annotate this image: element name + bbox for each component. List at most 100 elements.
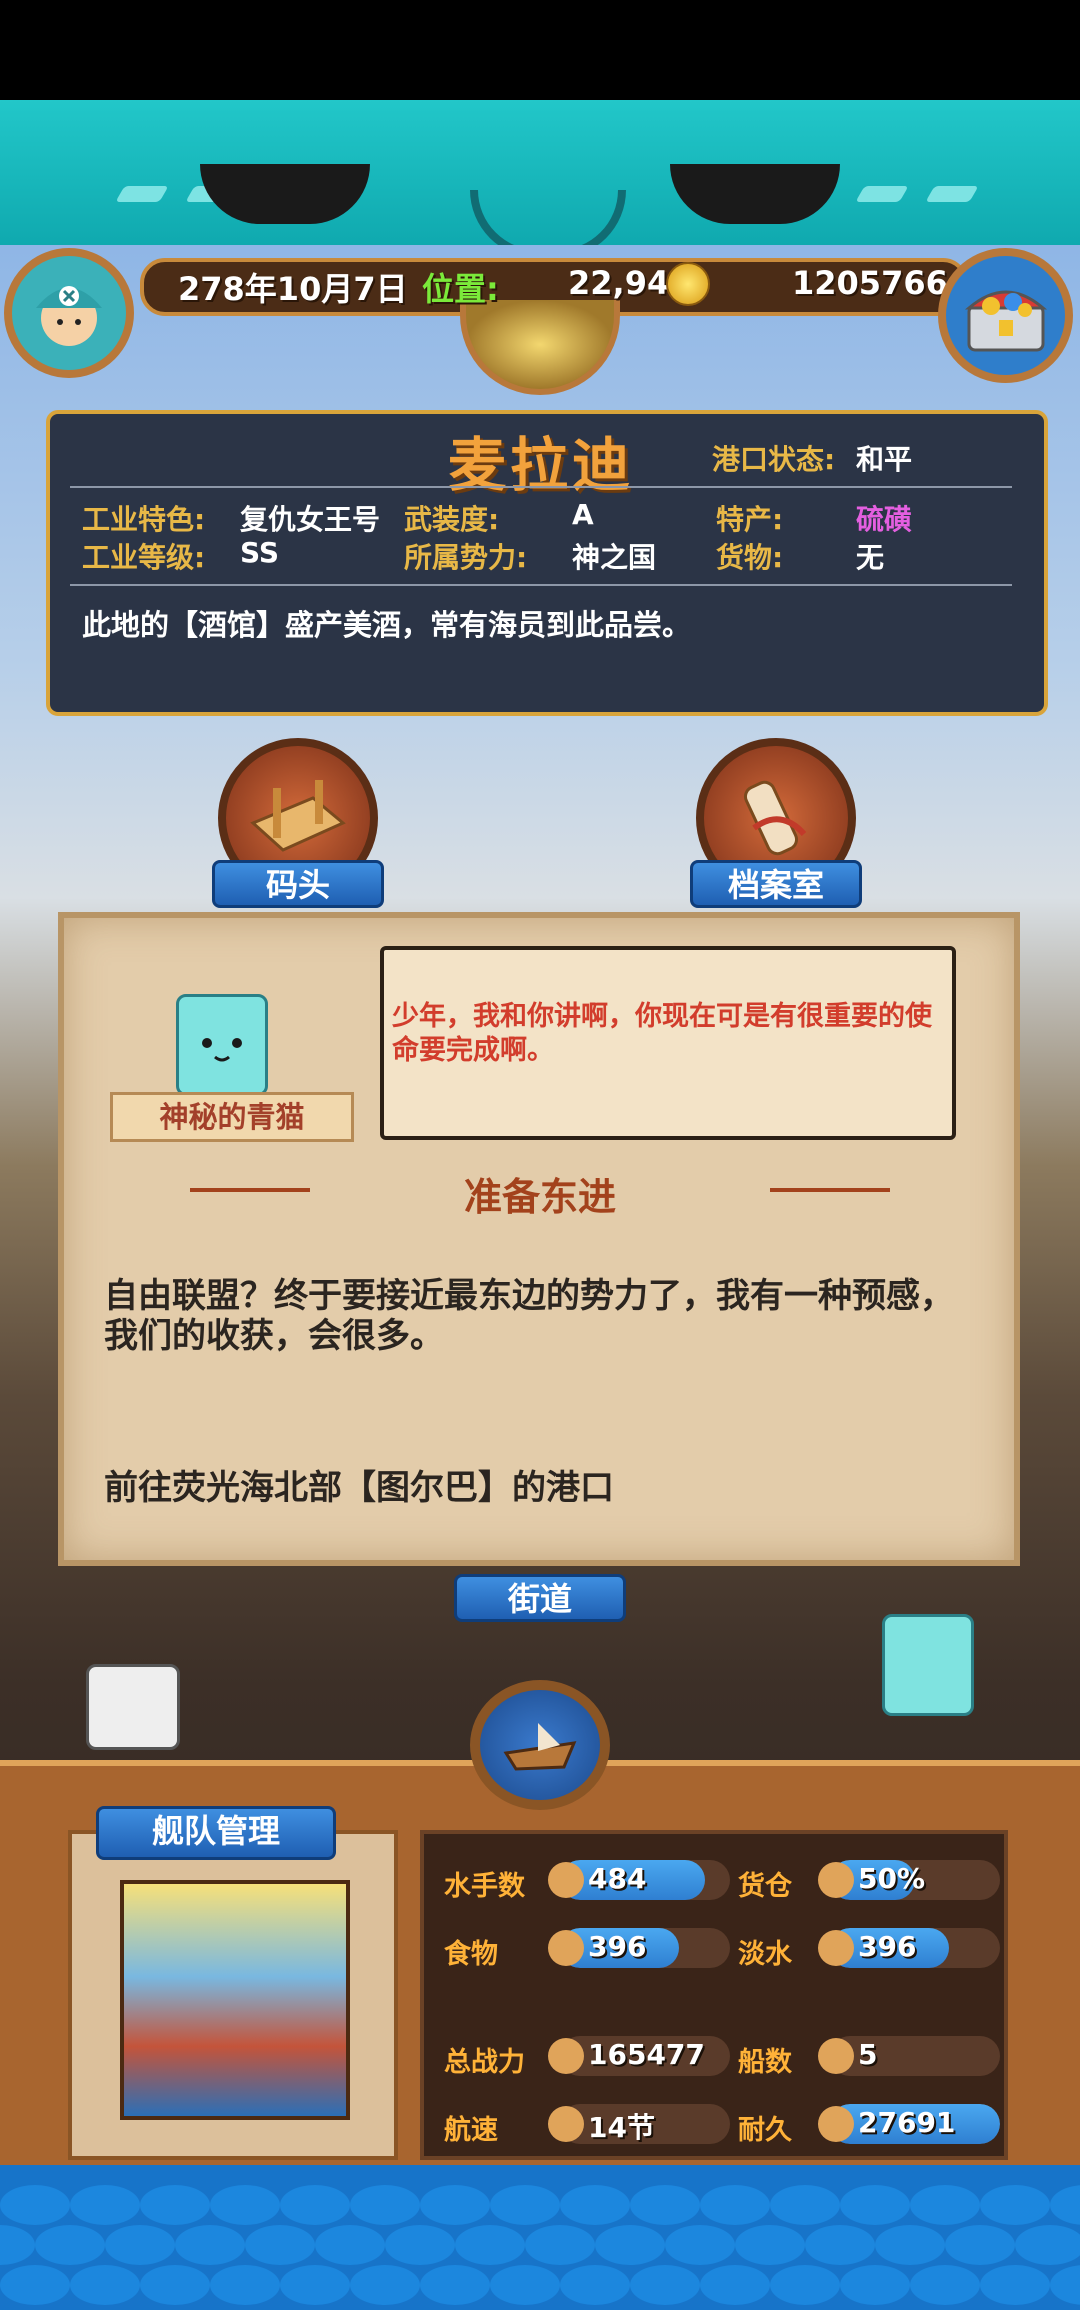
divider	[70, 486, 1012, 488]
wave-decoration	[770, 2265, 840, 2305]
ships-bar	[830, 2036, 1000, 2076]
wave-decoration	[1015, 2225, 1080, 2265]
quest-description: 自由联盟？终于要接近最东边的势力了，我有一种预感，我们的收获，会很多。	[104, 1276, 954, 1356]
wave-decoration	[735, 2225, 805, 2265]
power-icon	[548, 2038, 584, 2074]
gold-coin-icon	[666, 262, 710, 306]
power-label: 总战力	[444, 2047, 525, 2078]
sailors-label: 水手数	[444, 1871, 525, 1902]
water-icon	[818, 1930, 854, 1966]
faction-label: 所属势力:	[404, 541, 528, 574]
durability-value: 27691	[858, 2106, 956, 2139]
wave-decoration	[910, 2265, 980, 2305]
wave-decoration	[490, 2265, 560, 2305]
dock-label[interactable]: 码头	[212, 860, 384, 908]
food-value: 396	[588, 1930, 647, 1963]
wave-decoration	[35, 2225, 105, 2265]
wave-decoration	[70, 2185, 140, 2225]
specialty-value: 硫磺	[856, 503, 913, 536]
port-status-value: 和平	[856, 443, 913, 476]
treasure-chest-icon	[964, 290, 1047, 351]
sailors-value: 484	[588, 1862, 647, 1895]
wave-decoration	[0, 2185, 70, 2225]
speech-text: 少年，我和你讲啊，你现在可是有很重要的使命要完成啊。	[392, 1001, 932, 1066]
wave-decoration	[175, 2225, 245, 2265]
gold-amount: 1205766	[792, 264, 948, 302]
player-avatar[interactable]	[4, 248, 134, 378]
quest-title: 准备东进	[463, 1175, 616, 1219]
archive-label[interactable]: 档案室	[690, 860, 862, 908]
position-label: 位置:	[422, 270, 499, 308]
industry-level-label: 工业等级:	[82, 541, 206, 574]
port-name: 麦拉迪	[448, 431, 635, 499]
wave-decoration	[210, 2185, 280, 2225]
cat-header-banner	[0, 100, 1080, 258]
ships-value: 5	[858, 2038, 878, 2071]
white-cat-mascot-icon	[86, 1664, 180, 1750]
stripe-decoration	[855, 186, 909, 202]
wave-decoration	[700, 2265, 770, 2305]
ships-label: 船数	[738, 2047, 792, 2078]
goods-label: 货物:	[716, 541, 784, 574]
wave-decoration	[805, 2225, 875, 2265]
wave-decoration	[420, 2265, 490, 2305]
set-sail-button[interactable]	[470, 1680, 610, 1810]
fleet-management-title[interactable]: 舰队管理	[96, 1806, 336, 1860]
port-status-label: 港口状态:	[712, 443, 836, 476]
industry-feature-label: 工业特色:	[82, 503, 206, 536]
wave-decoration	[350, 2185, 420, 2225]
power-value: 165477	[588, 2038, 705, 2071]
wave-decoration	[630, 2185, 700, 2225]
wave-decoration	[70, 2265, 140, 2305]
divider	[70, 584, 1012, 586]
wave-decoration	[0, 2265, 70, 2305]
wave-decoration	[350, 2265, 420, 2305]
wave-decoration	[910, 2185, 980, 2225]
speed-icon	[548, 2106, 584, 2142]
wave-decoration	[280, 2265, 350, 2305]
wave-decoration	[1050, 2265, 1080, 2305]
ship-image[interactable]	[120, 1880, 350, 2120]
sailor-icon	[548, 1862, 584, 1898]
wave-decoration	[630, 2265, 700, 2305]
wave-decoration	[525, 2225, 595, 2265]
wave-decoration	[490, 2185, 560, 2225]
boat-icon	[503, 1723, 577, 1771]
wave-decoration	[315, 2225, 385, 2265]
durability-label: 耐久	[738, 2115, 792, 2146]
food-icon	[548, 1930, 584, 1966]
street-button[interactable]: 街道	[454, 1574, 626, 1622]
ship-count-icon	[818, 2038, 854, 2074]
durability-icon	[818, 2106, 854, 2142]
wave-decoration	[560, 2185, 630, 2225]
speed-value: 14节	[588, 2111, 655, 2144]
sea-footer	[0, 2165, 1080, 2310]
water-value: 396	[858, 1930, 917, 1963]
wave-decoration	[595, 2225, 665, 2265]
npc-name: 神秘的青猫	[110, 1092, 354, 1142]
wave-decoration	[945, 2225, 1015, 2265]
armament-label: 武装度:	[404, 503, 500, 536]
treasure-chest-button[interactable]	[938, 248, 1073, 383]
wave-decoration	[980, 2265, 1050, 2305]
stripe-decoration	[925, 186, 979, 202]
game-date: 278年10月7日	[178, 270, 408, 308]
cat-face-icon	[202, 1038, 242, 1062]
wave-decoration	[455, 2225, 525, 2265]
quest-objective: 前往荧光海北部【图尔巴】的港口	[104, 1468, 614, 1508]
speed-label: 航速	[444, 2115, 498, 2146]
cargo-label: 货仓	[738, 1871, 792, 1902]
wave-decoration	[140, 2265, 210, 2305]
wave-decoration	[980, 2185, 1050, 2225]
wave-decoration	[0, 2225, 35, 2265]
position-value: 22,94	[568, 264, 670, 302]
cat-eye-left	[200, 164, 370, 224]
wave-decoration	[1050, 2185, 1080, 2225]
wave-decoration	[105, 2225, 175, 2265]
wave-decoration	[665, 2225, 735, 2265]
cat-eye-right	[670, 164, 840, 224]
pirate-avatar-icon	[36, 286, 102, 346]
wave-decoration	[840, 2185, 910, 2225]
cargo-icon	[818, 1862, 854, 1898]
blue-cat-mascot-icon	[882, 1614, 974, 1716]
